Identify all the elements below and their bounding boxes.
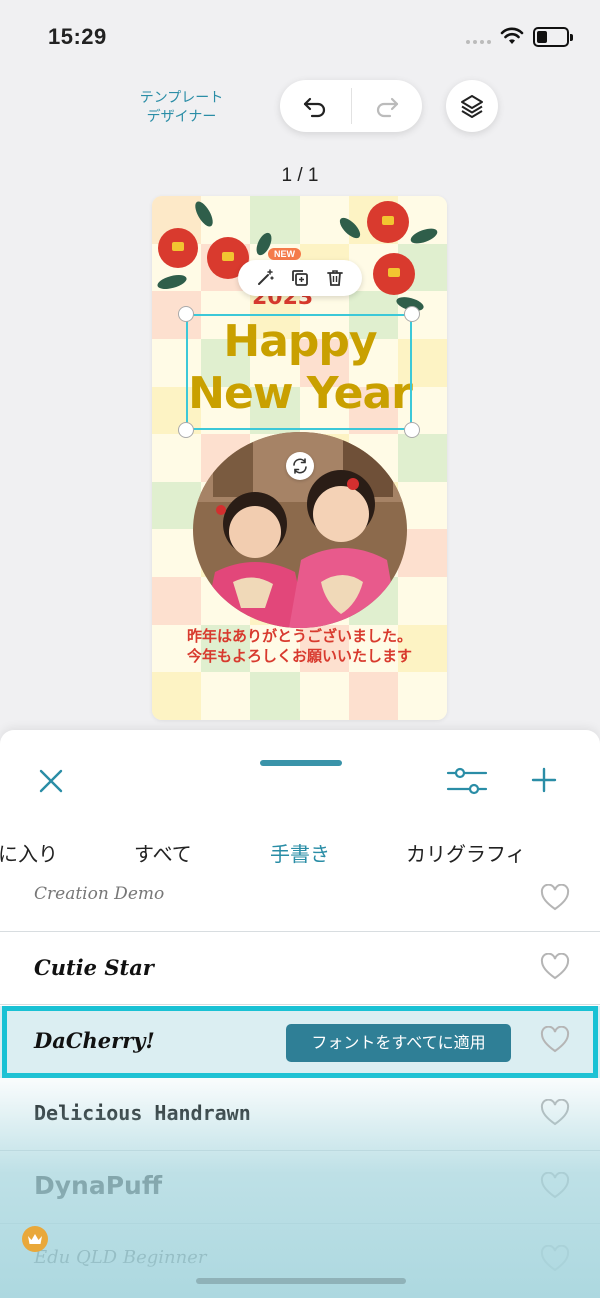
design-canvas[interactable]: 2023 Happy New Year NEW 昨年はありがとうございました。 … xyxy=(152,196,447,720)
redo-button[interactable] xyxy=(352,80,423,132)
undo-redo-group xyxy=(280,80,422,132)
status-bar: 15:29 xyxy=(0,0,600,70)
status-time: 15:29 xyxy=(48,24,107,49)
magic-wand-icon[interactable] xyxy=(255,268,275,288)
undo-icon xyxy=(304,97,326,118)
new-badge: NEW xyxy=(268,248,301,260)
font-name: DynaPuff xyxy=(34,1171,163,1200)
font-row-dacherry[interactable]: DaCherry! フォントをすべてに適用 xyxy=(0,1006,600,1078)
layers-icon xyxy=(461,95,483,118)
close-icon[interactable] xyxy=(36,766,66,796)
resize-handle-bottom-right[interactable] xyxy=(404,422,420,438)
redo-icon xyxy=(376,97,398,118)
element-mini-toolbar xyxy=(238,260,362,296)
greeting-line1: 昨年はありがとうございました。 xyxy=(186,627,412,645)
heart-icon[interactable] xyxy=(540,953,570,981)
designer-label-line2: デザイナー xyxy=(146,108,217,124)
resize-handle-top-left[interactable] xyxy=(178,306,194,322)
add-icon[interactable] xyxy=(530,766,558,794)
font-row-creation-demo[interactable]: Creation Demo xyxy=(0,860,600,932)
signal-icon xyxy=(466,40,491,44)
undo-button[interactable] xyxy=(280,80,351,132)
font-name: Edu QLD Beginner xyxy=(34,1247,207,1268)
heart-icon[interactable] xyxy=(540,1099,570,1127)
greeting-message[interactable]: 昨年はありがとうございました。 今年もよろしくお願いいたします xyxy=(152,626,447,666)
filter-sliders-icon[interactable] xyxy=(446,764,488,798)
premium-crown-icon xyxy=(22,1226,48,1252)
font-row-dynapuff[interactable]: DynaPuff xyxy=(0,1152,600,1224)
trash-icon[interactable] xyxy=(325,268,345,288)
wifi-icon xyxy=(500,27,524,44)
resize-handle-top-right[interactable] xyxy=(404,306,420,322)
font-name: Creation Demo xyxy=(34,884,165,904)
sheet-grabber[interactable] xyxy=(260,760,342,766)
selected-row-highlight xyxy=(2,1006,598,1078)
layers-button[interactable] xyxy=(446,80,498,132)
greeting-line2: 今年もよろしくお願いいたします xyxy=(186,647,412,665)
font-row-edu-qld-beginner[interactable]: Edu QLD Beginner xyxy=(0,1225,600,1297)
selection-box xyxy=(186,314,412,430)
heart-icon[interactable] xyxy=(540,1172,570,1200)
battery-icon xyxy=(533,27,573,47)
font-name: Delicious Handrawn xyxy=(34,1101,251,1125)
designer-label-line1: テンプレート xyxy=(139,89,224,105)
heart-icon[interactable] xyxy=(540,1245,570,1273)
font-row-delicious-handrawn[interactable]: Delicious Handrawn xyxy=(0,1079,600,1151)
duplicate-icon[interactable] xyxy=(290,268,310,288)
page-indicator: 1 / 1 xyxy=(281,165,319,186)
font-row-cutie-star[interactable]: Cutie Star xyxy=(0,933,600,1005)
template-designer-button[interactable]: テンプレート デザイナー xyxy=(124,88,239,126)
resize-handle-bottom-left[interactable] xyxy=(178,422,194,438)
heart-icon[interactable] xyxy=(540,884,570,912)
home-indicator xyxy=(196,1278,406,1284)
font-name: Cutie Star xyxy=(34,955,154,980)
font-picker-sheet: に入り すべて 手書き カリグラフィ Creation Demo Cutie S… xyxy=(0,730,600,1298)
replace-photo-icon[interactable] xyxy=(286,452,314,480)
